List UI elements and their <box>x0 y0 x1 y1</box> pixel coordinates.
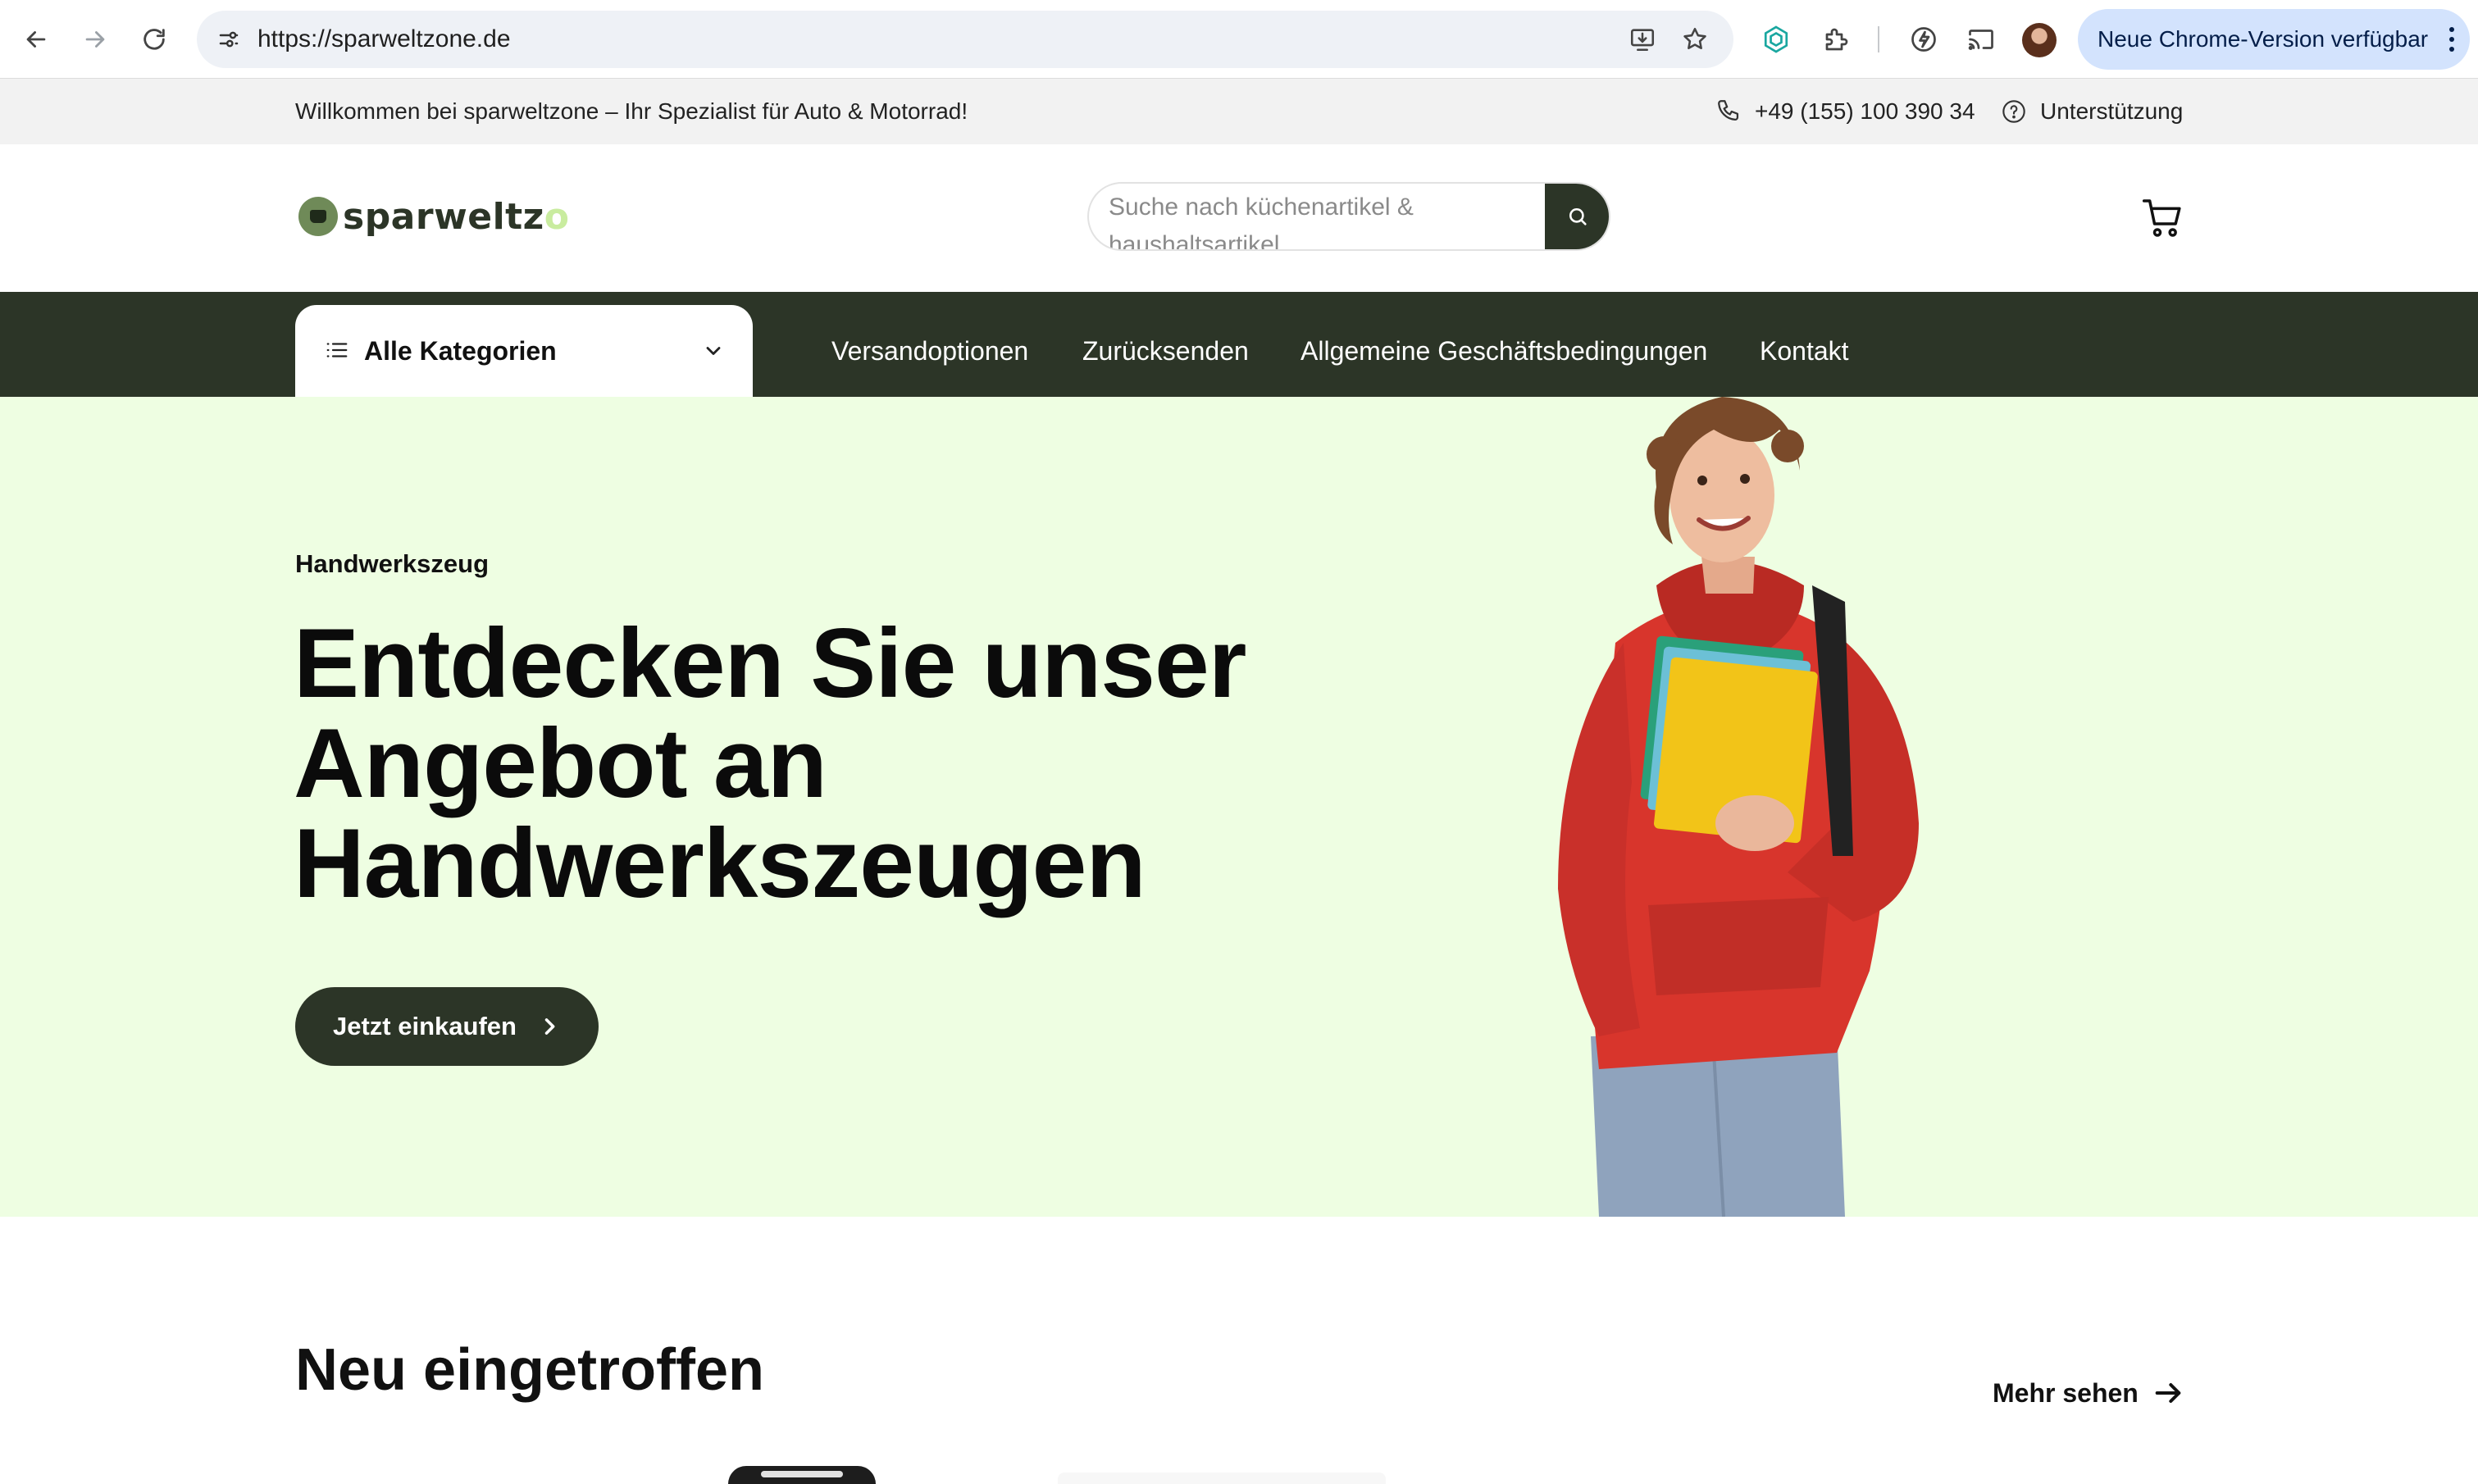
main-navigation: Alle Kategorien Versandoptionen Zurückse… <box>0 292 2478 397</box>
search-icon <box>1569 207 1587 225</box>
hero-title: Entdecken Sie unser Angebot an Handwerks… <box>294 608 1246 918</box>
search-button[interactable] <box>1545 184 1609 249</box>
search-bar[interactable]: Suche nach küchenartikel & haushaltsarti… <box>1087 182 1610 251</box>
cast-icon <box>1968 30 1993 51</box>
toolbar-divider <box>1878 26 1879 52</box>
forward-icon <box>85 31 105 48</box>
new-arrivals-heading: Neu eingetroffen <box>295 1337 765 1403</box>
top-info-bar: Willkommen bei sparweltzone – Ihr Spezia… <box>0 79 2478 144</box>
reload-button[interactable] <box>133 18 175 61</box>
address-bar[interactable]: https://sparweltzone.de <box>197 11 1733 68</box>
browser-toolbar: https://sparweltzone.de Neue Chrome-Vers… <box>0 0 2478 79</box>
extensions-button[interactable] <box>1817 20 1856 59</box>
hero-kicker: Handwerkszeug <box>295 549 490 578</box>
cart-icon[interactable] <box>2140 195 2186 241</box>
site-info-button[interactable] <box>210 20 248 58</box>
site-logo[interactable]: sparweltz o <box>298 192 569 241</box>
profile-avatar[interactable] <box>2022 23 2057 57</box>
shop-now-button[interactable]: Jetzt einkaufen <box>295 987 599 1066</box>
help-circle-icon <box>2002 100 2025 123</box>
forward-button[interactable] <box>74 18 116 61</box>
extension-ai-button[interactable] <box>1756 20 1796 59</box>
nav-link-contact[interactable]: Kontakt <box>1760 305 1849 397</box>
chrome-update-button[interactable]: Neue Chrome-Version verfügbar <box>2078 9 2470 70</box>
logo-wordmark-tail: o <box>544 195 570 238</box>
cast-button[interactable] <box>1961 20 2001 59</box>
hero-banner: Handwerkszeug Entdecken Sie unser Angebo… <box>0 397 2478 1217</box>
all-categories-dropdown[interactable]: Alle Kategorien <box>295 305 753 397</box>
phone-number-link[interactable]: +49 (155) 100 390 34 <box>1755 79 1975 144</box>
bookmark-button[interactable] <box>1678 22 1712 57</box>
site-header: sparweltz o Suche nach küchenartikel & ha… <box>0 144 2478 292</box>
support-link[interactable]: Unterstützung <box>2040 79 2183 144</box>
product-image-peek[interactable] <box>1058 1473 1386 1484</box>
install-app-button[interactable] <box>1625 22 1660 57</box>
install-icon <box>1630 29 1655 52</box>
extension-ai-icon <box>1764 25 1788 53</box>
welcome-message: Willkommen bei sparweltzone – Ihr Spezia… <box>295 98 968 124</box>
url-text[interactable]: https://sparweltzone.de <box>257 11 511 68</box>
logo-basket-icon <box>298 197 338 236</box>
all-categories-label: Alle Kategorien <box>364 336 557 366</box>
see-more-label: Mehr sehen <box>1993 1377 2139 1408</box>
product-image-peek[interactable] <box>728 1466 876 1484</box>
chevron-down-icon <box>706 347 721 355</box>
chrome-update-label: Neue Chrome-Version verfügbar <box>2098 26 2429 52</box>
see-more-link[interactable]: Mehr sehen <box>1993 1369 2184 1417</box>
bookmark-star-icon <box>1683 27 1706 50</box>
performance-icon <box>1911 27 1936 52</box>
back-button[interactable] <box>15 18 57 61</box>
arrow-right-icon <box>2155 1383 2181 1403</box>
nav-link-returns[interactable]: Zurücksenden <box>1082 305 1249 397</box>
performance-button[interactable] <box>1904 20 1943 59</box>
back-icon <box>26 31 46 48</box>
search-input[interactable]: Suche nach küchenartikel & haushaltsarti… <box>1109 189 1453 249</box>
shop-now-label: Jetzt einkaufen <box>333 1012 517 1040</box>
hero-model-image <box>1558 397 1919 1217</box>
extensions-puzzle-icon <box>1825 28 1848 51</box>
list-icon <box>326 343 348 357</box>
phone-icon <box>1718 100 1739 121</box>
site-info-icon <box>219 31 239 48</box>
nav-link-terms[interactable]: Allgemeine Geschäftsbedingungen <box>1300 305 1707 397</box>
chevron-right-icon <box>544 1018 555 1035</box>
reload-icon <box>143 29 165 50</box>
logo-wordmark: sparweltz <box>343 195 544 238</box>
menu-dots-icon[interactable] <box>2448 27 2455 52</box>
nav-link-shipping[interactable]: Versandoptionen <box>831 305 1028 397</box>
